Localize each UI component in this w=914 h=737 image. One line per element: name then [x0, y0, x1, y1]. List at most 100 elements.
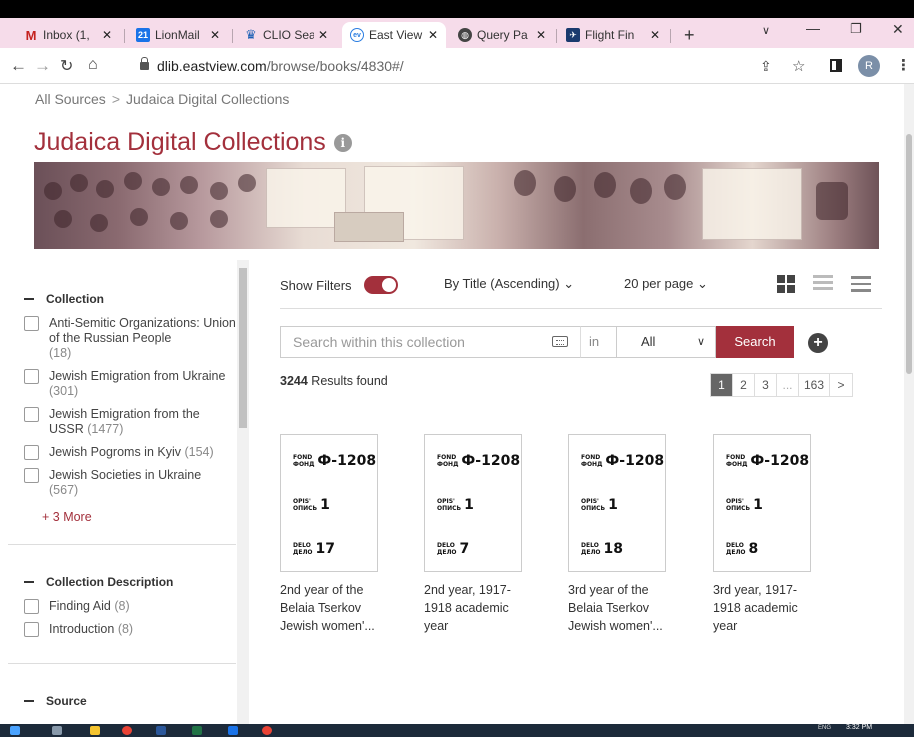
new-tab-button[interactable]: +	[676, 22, 704, 48]
filter-option[interactable]: Jewish Pogroms in Kyiv (154)	[24, 445, 236, 460]
filter-checkbox[interactable]	[24, 468, 39, 483]
show-filters-control[interactable]: Show Filters	[280, 276, 398, 294]
filter-checkbox[interactable]	[24, 369, 39, 384]
show-more-link[interactable]: + 3 More	[42, 510, 236, 524]
delo-number: 18	[603, 541, 624, 557]
close-window-icon[interactable]: ✕	[892, 21, 904, 38]
filter-option[interactable]: Finding Aid (8)	[24, 599, 236, 614]
filter-group-collection-description[interactable]: Collection Description	[24, 575, 236, 589]
result-thumbnail[interactable]: FOND ФОНД Ф-1208 OPIS' ОПИСЬ 1 DELO ДЕЛО 18	[568, 434, 666, 572]
close-icon[interactable]: ✕	[210, 28, 220, 42]
forward-icon[interactable]: →	[34, 56, 51, 76]
show-filters-toggle[interactable]	[363, 276, 398, 294]
restore-icon[interactable]: ❐	[850, 21, 862, 37]
fond-number: Ф-1208	[750, 453, 810, 469]
page-button[interactable]: 1	[711, 374, 733, 396]
page-scrollbar[interactable]	[904, 84, 914, 724]
scrollbar-thumb[interactable]	[239, 268, 247, 428]
chrome-icon[interactable]	[122, 726, 132, 735]
filter-group-collection[interactable]: Collection	[24, 292, 236, 306]
task-view-icon[interactable]	[52, 726, 62, 735]
tab-inbox[interactable]: M Inbox (1, ✕	[16, 22, 120, 48]
home-icon[interactable]: ⌂	[88, 56, 98, 74]
result-card[interactable]: FOND ФОНД Ф-1208 OPIS' ОПИСЬ 1 DELO ДЕЛО 7 2nd…	[424, 434, 524, 635]
close-icon[interactable]: ✕	[428, 28, 438, 42]
result-title-link[interactable]: 3rd year of the Belaia Tserkov Jewish wome…	[568, 581, 668, 635]
result-title-link[interactable]: 3rd year, 1917- 1918 academic year	[713, 581, 813, 635]
collapse-minus-icon[interactable]	[24, 700, 34, 702]
menu-kebab-icon[interactable]: ⋮	[896, 56, 911, 74]
excel-icon[interactable]	[192, 726, 202, 735]
scrollbar-thumb[interactable]	[906, 134, 912, 374]
chrome-profile-icon[interactable]	[262, 726, 272, 735]
windows-start-icon[interactable]	[10, 726, 20, 735]
profile-avatar[interactable]: R	[858, 55, 880, 77]
collapse-minus-icon[interactable]	[24, 298, 34, 300]
grid-view-icon[interactable]	[777, 275, 795, 293]
filter-count: (8)	[117, 622, 134, 636]
sort-label: By Title (Ascending)	[444, 276, 560, 291]
sidebar-scrollbar[interactable]	[237, 260, 249, 724]
url-field[interactable]: dlib.eastview.com/browse/books/4830#/	[140, 54, 740, 78]
list-view-icon[interactable]	[851, 276, 871, 296]
result-title-link[interactable]: 2nd year of the Belaia Tserkov Jewish wome…	[280, 581, 380, 635]
filter-label: Introduction	[49, 622, 115, 636]
search-scope-select[interactable]: All ∨	[616, 326, 716, 358]
taskbar-clock[interactable]: 3:32 PM	[846, 724, 872, 731]
add-search-field-icon[interactable]: +	[808, 333, 828, 353]
filter-checkbox[interactable]	[24, 599, 39, 614]
filter-checkbox[interactable]	[24, 316, 39, 331]
tab-query[interactable]: ◍ Query Pa ✕	[450, 22, 554, 48]
search-input[interactable]: Search within this collection	[280, 326, 580, 358]
filter-option[interactable]: Jewish Societies in Ukraine (567)	[24, 468, 236, 498]
back-icon[interactable]: ←	[10, 56, 27, 76]
breadcrumb-root-link[interactable]: All Sources	[35, 91, 106, 107]
tab-east-view[interactable]: ev East View ✕	[342, 22, 446, 48]
tab-lionmail[interactable]: 21 LionMail ✕	[128, 22, 228, 48]
share-icon[interactable]: ⇪	[760, 58, 772, 75]
detail-list-view-icon[interactable]	[813, 275, 833, 293]
filter-option[interactable]: Introduction (8)	[24, 622, 236, 637]
tab-label: CLIO Sea	[263, 28, 314, 42]
info-icon[interactable]: i	[333, 133, 352, 152]
reload-icon[interactable]: ↻	[60, 56, 73, 76]
page-button[interactable]: 2	[733, 374, 755, 396]
filter-option[interactable]: Jewish Emigration from the USSR (1477)	[24, 407, 236, 437]
sort-dropdown[interactable]: By Title (Ascending) ⌄	[444, 276, 574, 292]
collapse-minus-icon[interactable]	[24, 581, 34, 583]
keyboard-icon[interactable]	[552, 336, 568, 347]
outlook-icon[interactable]	[228, 726, 238, 735]
minimize-icon[interactable]: —	[806, 20, 820, 36]
result-card[interactable]: FOND ФОНД Ф-1208 OPIS' ОПИСЬ 1 DELO ДЕЛО 18 3r…	[568, 434, 668, 635]
result-thumbnail[interactable]: FOND ФОНД Ф-1208 OPIS' ОПИСЬ 1 DELO ДЕЛО 8	[713, 434, 811, 572]
filter-checkbox[interactable]	[24, 407, 39, 422]
tab-flight[interactable]: ✈ Flight Fin ✕	[558, 22, 668, 48]
language-indicator[interactable]: ENG	[818, 725, 831, 731]
result-title-link[interactable]: 2nd year, 1917- 1918 academic year	[424, 581, 524, 635]
file-explorer-icon[interactable]	[90, 726, 100, 735]
close-icon[interactable]: ✕	[318, 28, 328, 42]
filter-option[interactable]: Jewish Emigration from Ukraine (301)	[24, 369, 236, 399]
result-thumbnail[interactable]: FOND ФОНД Ф-1208 OPIS' ОПИСЬ 1 DELO ДЕЛО 7	[424, 434, 522, 572]
filter-checkbox[interactable]	[24, 622, 39, 637]
filter-option[interactable]: Anti-Semitic Organizations: Union of the…	[24, 316, 236, 361]
result-card[interactable]: FOND ФОНД Ф-1208 OPIS' ОПИСЬ 1 DELO ДЕЛО 8 3rd…	[713, 434, 813, 635]
result-card[interactable]: FOND ФОНД Ф-1208 OPIS' ОПИСЬ 1 DELO ДЕЛО 17 2n…	[280, 434, 380, 635]
page-button[interactable]: 163	[799, 374, 831, 396]
bookmark-star-icon[interactable]: ☆	[792, 57, 805, 75]
result-thumbnail[interactable]: FOND ФОНД Ф-1208 OPIS' ОПИСЬ 1 DELO ДЕЛО 17	[280, 434, 378, 572]
search-button[interactable]: Search	[716, 326, 794, 358]
search-row: Search within this collection in All ∨ Se…	[280, 326, 880, 358]
filter-group-source[interactable]: Source	[24, 694, 236, 708]
next-page-button[interactable]: >	[830, 374, 852, 396]
filter-checkbox[interactable]	[24, 445, 39, 460]
close-icon[interactable]: ✕	[102, 28, 112, 42]
page-button[interactable]: 3	[755, 374, 777, 396]
close-icon[interactable]: ✕	[536, 28, 546, 42]
tab-clio[interactable]: ♛ CLIO Sea ✕	[236, 22, 336, 48]
per-page-dropdown[interactable]: 20 per page ⌄	[624, 276, 708, 292]
word-icon[interactable]	[156, 726, 166, 735]
tab-search-chevron-icon[interactable]: ∨	[762, 24, 770, 37]
sidepanel-icon[interactable]	[830, 59, 842, 72]
close-icon[interactable]: ✕	[650, 28, 660, 42]
